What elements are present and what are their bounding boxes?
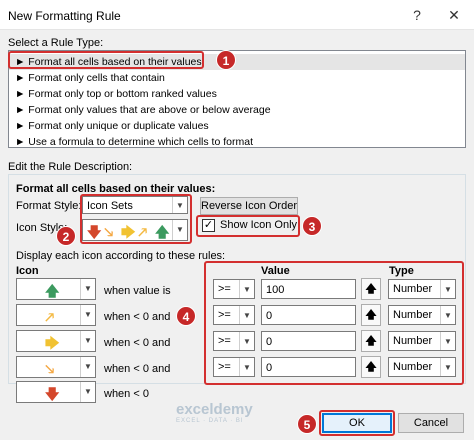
chevron-down-icon: ▼ [80, 279, 95, 299]
annotation-badge-1: 1 [216, 50, 236, 70]
highlight-icon-rules [204, 261, 464, 385]
chevron-down-icon: ▼ [80, 331, 95, 351]
rule-type-heading: Select a Rule Type: [8, 37, 104, 49]
rule-row-condition: when < 0 and [104, 311, 171, 323]
cancel-button[interactable]: Cancel [398, 413, 464, 433]
rule-row-condition: when < 0 and [104, 337, 171, 349]
dialog-title: New Formatting Rule [8, 9, 121, 23]
rule-row-icon-select[interactable]: 🡖 ▼ [16, 356, 96, 378]
rule-item-top-bottom[interactable]: ► Format only top or bottom ranked value… [9, 86, 465, 102]
rule-item-above-below-average[interactable]: ► Format only values that are above or b… [9, 102, 465, 118]
title-bar: New Formatting Rule ? ✕ [0, 0, 474, 30]
format-style-label: Format Style: [16, 200, 82, 212]
highlight-show-icon-only [196, 215, 300, 237]
watermark-tagline: EXCEL · DATA · BI [176, 418, 244, 424]
highlight-icon-style [80, 194, 192, 244]
up-right-arrow-orange-icon: 🡕 [45, 309, 55, 325]
annotation-badge-2: 2 [56, 226, 76, 246]
rule-description-heading: Edit the Rule Description: [8, 161, 133, 173]
watermark-logo: exceldemy EXCEL · DATA · BI [176, 401, 253, 424]
annotation-badge-3: 3 [302, 216, 322, 236]
rule-item-cells-contain[interactable]: ► Format only cells that contain [9, 70, 465, 86]
rule-row-icon-select[interactable]: 🡆 ▼ [16, 330, 96, 352]
rule-row-icon-select[interactable]: 🡇 ▼ [16, 381, 96, 403]
help-button[interactable]: ? [405, 5, 429, 25]
rule-row-icon-select[interactable]: 🡅 ▼ [16, 278, 96, 300]
down-arrow-red-icon: 🡇 [45, 386, 60, 402]
right-arrow-yellow-icon: 🡆 [45, 335, 60, 351]
highlight-rule-type [8, 51, 204, 69]
annotation-badge-4: 4 [176, 306, 196, 326]
rule-row-icon-select[interactable]: 🡕 ▼ [16, 304, 96, 326]
chevron-down-icon: ▼ [80, 305, 95, 325]
reverse-icon-order-button[interactable]: Reverse Icon Order [200, 197, 298, 215]
highlight-ok-button [319, 410, 395, 436]
watermark-name: exceldemy [176, 401, 253, 418]
rule-item-unique-duplicate[interactable]: ► Format only unique or duplicate values [9, 118, 465, 134]
annotation-badge-5: 5 [297, 414, 317, 434]
close-button[interactable]: ✕ [442, 5, 466, 25]
rule-row-condition: when < 0 [104, 388, 149, 400]
rule-row-condition: when < 0 and [104, 363, 171, 375]
chevron-down-icon: ▼ [80, 382, 95, 402]
rule-row-condition: when value is [104, 285, 171, 297]
up-arrow-green-icon: 🡅 [45, 283, 60, 299]
chevron-down-icon: ▼ [80, 357, 95, 377]
rule-item-formula[interactable]: ► Use a formula to determine which cells… [9, 134, 465, 150]
icon-column-header: Icon [16, 265, 39, 277]
display-rules-label: Display each icon according to these rul… [16, 250, 226, 262]
down-right-arrow-orange-icon: 🡖 [45, 361, 55, 377]
